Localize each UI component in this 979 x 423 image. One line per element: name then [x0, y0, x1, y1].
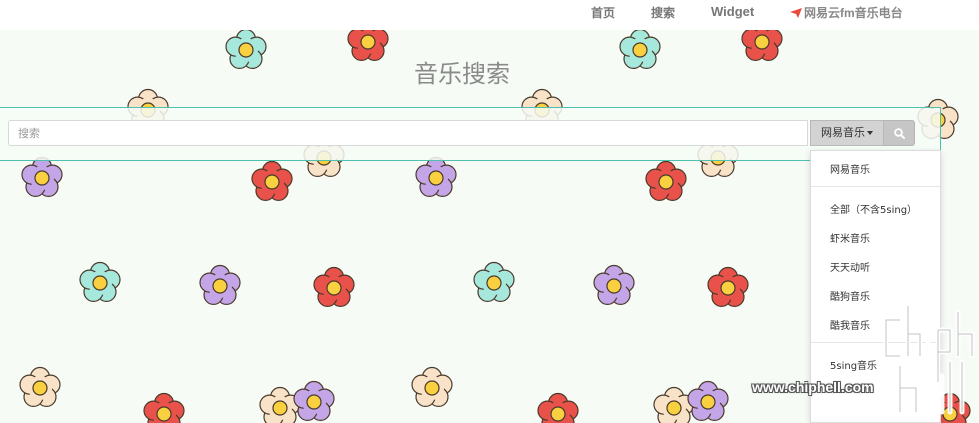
- flower-decoration: [199, 264, 241, 305]
- flower-decoration: [653, 386, 695, 423]
- flower-decoration: [313, 266, 355, 307]
- source-select-button[interactable]: 网易音乐: [810, 120, 884, 146]
- flower-decoration: [293, 380, 335, 421]
- dropdown-item-kuwo[interactable]: 酷我音乐: [830, 317, 870, 332]
- flower-decoration: [21, 156, 63, 197]
- flower-decoration: [707, 266, 749, 307]
- flower-decoration: [687, 380, 729, 421]
- page-title: 音乐搜索: [414, 60, 510, 88]
- dropdown-item-kugou[interactable]: 酷狗音乐: [830, 288, 870, 303]
- nav-link-fm-radio[interactable]: 网易云fm音乐电台: [790, 4, 903, 21]
- flower-decoration: [537, 392, 579, 423]
- paper-plane-icon: [790, 7, 802, 18]
- watermark-url: www.chiphell.com: [752, 379, 874, 395]
- search-icon: [893, 127, 905, 139]
- dropdown-item-tiantian[interactable]: 天天动听: [830, 259, 870, 274]
- flower-decoration: [259, 386, 301, 423]
- caret-down-icon: [867, 131, 873, 135]
- nav-link-widget[interactable]: Widget: [711, 4, 754, 19]
- dropdown-divider: [811, 342, 940, 343]
- source-select-label: 网易音乐: [821, 126, 865, 139]
- flower-decoration: [251, 160, 293, 201]
- flower-decoration: [645, 160, 687, 201]
- nav-link-home[interactable]: 首页: [591, 4, 615, 21]
- dropdown-divider: [811, 186, 940, 187]
- dropdown-item-netease[interactable]: 网易音乐: [830, 161, 870, 176]
- flower-decoration: [79, 261, 121, 302]
- flower-decoration: [143, 392, 185, 423]
- flower-decoration: [19, 366, 61, 407]
- flower-decoration: [411, 366, 453, 407]
- top-navigation: 首页 搜索 Widget 网易云fm音乐电台: [0, 0, 979, 30]
- search-input[interactable]: 搜索: [8, 120, 808, 146]
- nav-link-search[interactable]: 搜索: [651, 4, 675, 21]
- nav-link-fm-label: 网易云fm音乐电台: [804, 6, 903, 20]
- flower-decoration: [473, 261, 515, 302]
- flower-decoration: [593, 264, 635, 305]
- dropdown-item-all[interactable]: 全部（不含5sing）: [830, 201, 917, 216]
- dropdown-item-xiami[interactable]: 虾米音乐: [830, 230, 870, 245]
- search-button[interactable]: [884, 120, 915, 146]
- dropdown-item-5sing[interactable]: 5sing音乐: [830, 357, 877, 372]
- flower-decoration: [415, 156, 457, 197]
